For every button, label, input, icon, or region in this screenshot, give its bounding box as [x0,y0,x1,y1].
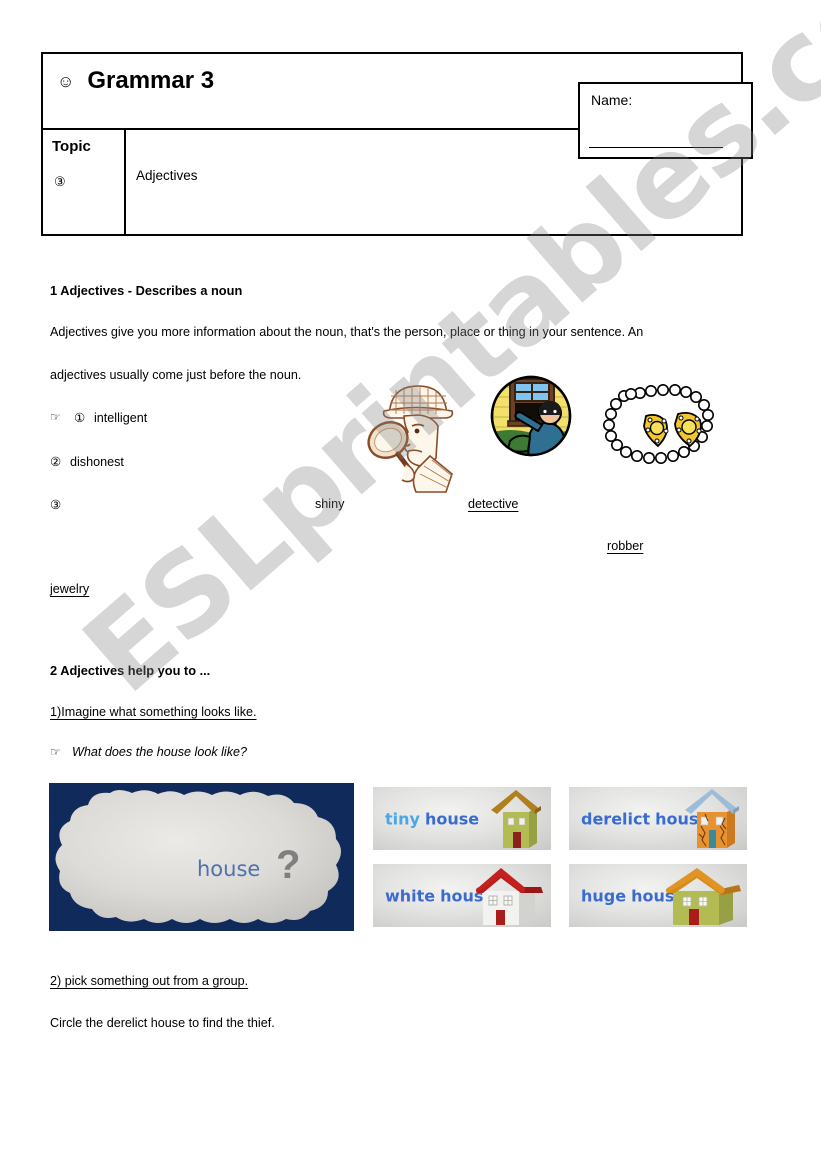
house-card-adjective-huge: huge [581,886,627,905]
name-write-line[interactable] [589,147,723,148]
caption-detective: detective [468,497,519,511]
house-thought-cloud-panel: house ? [49,783,354,931]
section1-heading: 1 Adjectives - Describes a noun [50,283,243,298]
caption-robber: robber [607,539,644,553]
topic-cell: Topic ③ [43,130,126,234]
house-card-white[interactable]: white house [373,864,551,927]
list-number-2: ② [50,455,62,469]
list-number-1: ① [74,411,86,425]
section2-instruction: Circle the derelict house to find the th… [50,1016,275,1030]
section2-sub1: 1)Imagine what something looks like. [50,705,257,719]
adjective-item-dishonest: dishonest [70,455,124,469]
house-card-label-tiny: tiny house [385,809,479,828]
title-block: ☺ Grammar 3 [57,67,214,95]
caption-shiny: shiny [315,497,345,511]
adjective-item-intelligent: intelligent [94,411,148,425]
house-illustration-white [475,868,543,925]
jewelry-clipart [600,378,722,481]
pointing-hand-icon: ☞ [50,410,61,424]
worksheet-page: ☺ Grammar 3 Topic ③ Adjectives Name: 1 A… [0,0,821,1169]
house-card-adjective-white: white [385,886,436,905]
detective-clipart [360,378,470,498]
section1-paragraph-line1: Adjectives give you more information abo… [50,325,644,339]
name-label: Name: [591,92,633,108]
section1-paragraph-line2: adjectives usually come just before the … [50,368,302,382]
topic-label: Topic [52,138,91,155]
house-card-noun-tiny: house [424,809,480,828]
pointing-hand-icon-2: ☞ [50,745,61,759]
list-number-3: ③ [50,498,62,512]
section2-sub2: 2) pick something out from a group. [50,974,249,988]
house-illustration-derelict [685,789,739,848]
house-card-huge[interactable]: huge house [569,864,747,927]
robber-clipart [490,375,572,462]
smiley-icon: ☺ [57,71,75,91]
page-title: Grammar 3 [87,67,215,94]
house-card-tiny[interactable]: tiny house [373,787,551,850]
name-box: Name: [578,82,753,159]
caption-jewelry: jewelry [50,582,90,596]
section2-question: What does the house look like? [72,745,248,759]
house-card-derelict[interactable]: derelict house [569,787,747,850]
house-card-adjective-tiny: tiny [385,809,420,828]
cloud-question-mark: ? [276,843,301,887]
topic-value: Adjectives [136,168,198,183]
house-illustration-tiny [491,790,541,848]
cloud-word-house: house [197,857,261,881]
section2-heading: 2 Adjectives help you to ... [50,663,211,678]
house-card-adjective-derelict: derelict [581,809,651,828]
house-illustration-huge [665,868,741,925]
topic-number-icon: ③ [54,174,66,189]
